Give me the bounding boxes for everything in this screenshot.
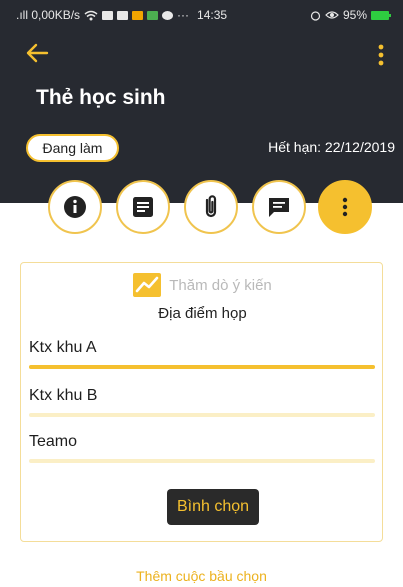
- battery-percent: 95%: [342, 8, 367, 22]
- app-notification-icon: [132, 10, 144, 20]
- poll-option[interactable]: Ktx khu B: [29, 387, 375, 419]
- status-badge[interactable]: Đang làm: [26, 134, 119, 162]
- messenger-icon: [162, 10, 174, 20]
- comment-icon: [269, 198, 289, 217]
- wifi-icon: [84, 10, 98, 20]
- header: .ıll 0,00KB/s ··· 14:35 95% Thẻ học sinh…: [0, 0, 403, 203]
- expiry-date: Hết hạn: 22/12/2019: [268, 139, 395, 155]
- mail-icon: [117, 10, 129, 20]
- poll-option-label: Teamo: [29, 433, 78, 450]
- status-bar-right: 95%: [310, 8, 391, 22]
- trending-chart-icon: [133, 273, 162, 297]
- poll-option-bar: [29, 413, 375, 417]
- add-poll-link[interactable]: Thêm cuộc bầu chọn: [0, 568, 403, 584]
- poll-option[interactable]: Teamo: [29, 433, 375, 465]
- alarm-icon: [310, 10, 321, 21]
- vote-button[interactable]: Bình chọn: [167, 489, 259, 525]
- more-vertical-icon: [342, 197, 348, 217]
- status-bar-left: .ıll 0,00KB/s ··· 14:35: [16, 8, 227, 22]
- eye-icon: [325, 11, 339, 19]
- screen: .ıll 0,00KB/s ··· 14:35 95% Thẻ học sinh…: [0, 0, 403, 587]
- poll-header: Thăm dò ý kiến: [21, 273, 384, 297]
- poll-section-title: Thăm dò ý kiến: [169, 276, 272, 294]
- clock: 14:35: [197, 8, 228, 22]
- back-arrow-icon[interactable]: [24, 40, 50, 66]
- tab-document[interactable]: [116, 180, 170, 234]
- tab-info[interactable]: [48, 180, 102, 234]
- attachment-icon: [205, 195, 217, 218]
- message-icon: [102, 10, 114, 20]
- battery-icon: [371, 10, 391, 20]
- network-speed: .ıll 0,00KB/s: [16, 8, 81, 22]
- poll-option-label: Ktx khu A: [29, 339, 97, 356]
- poll-option-bar: [29, 459, 375, 463]
- status-bar: .ıll 0,00KB/s ··· 14:35 95%: [0, 0, 403, 30]
- tab-more[interactable]: [318, 180, 372, 234]
- poll-option-bar: [29, 365, 375, 369]
- poll-option-fill: [29, 365, 375, 369]
- page-title: Thẻ học sinh: [36, 86, 166, 109]
- poll-card: Thăm dò ý kiến Địa điểm họp Ktx khu A Kt…: [20, 262, 383, 542]
- tab-comment[interactable]: [252, 180, 306, 234]
- poll-option-label: Ktx khu B: [29, 387, 98, 404]
- info-icon: [64, 196, 86, 218]
- poll-question: Địa điểm họp: [158, 305, 247, 322]
- poll-option[interactable]: Ktx khu A: [29, 339, 375, 371]
- document-icon: [133, 197, 153, 217]
- more-notifications: ···: [177, 8, 190, 22]
- tab-attachment[interactable]: [184, 180, 238, 234]
- app-notification-icon-2: [147, 10, 159, 20]
- more-menu-icon[interactable]: [373, 42, 389, 68]
